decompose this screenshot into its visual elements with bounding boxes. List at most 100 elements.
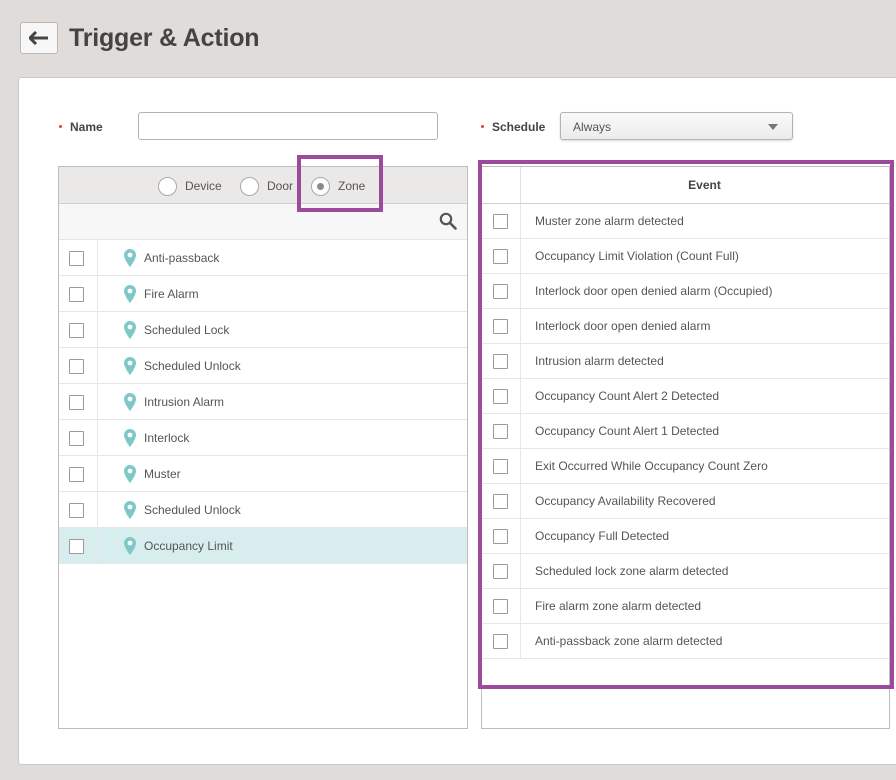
chevron-down-icon	[768, 124, 778, 130]
event-checkbox[interactable]	[493, 249, 508, 264]
event-label: Intrusion alarm detected	[535, 354, 664, 368]
radio-circle[interactable]	[158, 176, 177, 196]
zone-label: Muster	[144, 467, 181, 481]
event-label: Occupancy Full Detected	[535, 529, 670, 543]
event-checkbox[interactable]	[493, 529, 508, 544]
event-row[interactable]: Muster zone alarm detected	[482, 204, 889, 239]
zone-row[interactable]: Scheduled Unlock	[59, 492, 467, 528]
event-row[interactable]: Occupancy Full Detected	[482, 519, 889, 554]
event-row[interactable]: Occupancy Availability Recovered	[482, 484, 889, 519]
location-pin-icon	[124, 357, 136, 375]
radio-circle[interactable]	[311, 176, 330, 196]
zone-checkbox[interactable]	[69, 467, 84, 482]
event-row[interactable]: Scheduled lock zone alarm detected	[482, 554, 889, 589]
event-checkbox[interactable]	[493, 354, 508, 369]
event-label: Interlock door open denied alarm (Occupi…	[535, 284, 773, 298]
schedule-value: Always	[573, 120, 612, 134]
zone-checkbox[interactable]	[69, 251, 84, 266]
event-checkbox[interactable]	[493, 599, 508, 614]
arrow-left-icon	[29, 31, 48, 45]
radio-label: Device	[185, 179, 222, 193]
event-list: Muster zone alarm detected Occupancy Limi…	[482, 204, 889, 659]
event-row[interactable]: Occupancy Count Alert 1 Detected	[482, 414, 889, 449]
event-label: Occupancy Availability Recovered	[535, 494, 716, 508]
radio-circle[interactable]	[240, 176, 259, 196]
event-checkbox[interactable]	[493, 284, 508, 299]
zone-panel: Device Door Zone Anti-passback Fire Alarm…	[58, 166, 468, 729]
event-row[interactable]: Occupancy Count Alert 2 Detected	[482, 379, 889, 414]
event-panel: Event Muster zone alarm detected Occupanc…	[481, 166, 890, 729]
zone-checkbox[interactable]	[69, 539, 84, 554]
name-label: Name	[70, 120, 103, 134]
event-label: Scheduled lock zone alarm detected	[535, 564, 729, 578]
zone-checkbox[interactable]	[69, 395, 84, 410]
event-label: Occupancy Count Alert 1 Detected	[535, 424, 720, 438]
zone-row[interactable]: Occupancy Limit	[59, 528, 467, 564]
zone-checkbox[interactable]	[69, 503, 84, 518]
event-row[interactable]: Intrusion alarm detected	[482, 344, 889, 379]
radio-device[interactable]: Device	[158, 176, 222, 196]
location-pin-icon	[124, 429, 136, 447]
zone-label: Scheduled Unlock	[144, 503, 241, 517]
event-label: Anti-passback zone alarm detected	[535, 634, 723, 648]
event-row[interactable]: Interlock door open denied alarm	[482, 309, 889, 344]
event-row[interactable]: Occupancy Limit Violation (Count Full)	[482, 239, 889, 274]
event-row[interactable]: Exit Occurred While Occupancy Count Zero	[482, 449, 889, 484]
location-pin-icon	[124, 537, 136, 555]
zone-label: Scheduled Unlock	[144, 359, 241, 373]
event-row[interactable]: Fire alarm zone alarm detected	[482, 589, 889, 624]
filter-bar: Device Door Zone	[59, 167, 467, 204]
location-pin-icon	[124, 393, 136, 411]
radio-door[interactable]: Door	[240, 176, 293, 196]
zone-label: Intrusion Alarm	[144, 395, 225, 409]
required-marker	[59, 125, 62, 128]
zone-label: Occupancy Limit	[144, 539, 233, 553]
zone-checkbox[interactable]	[69, 323, 84, 338]
event-checkbox[interactable]	[493, 424, 508, 439]
zone-row[interactable]: Muster	[59, 456, 467, 492]
location-pin-icon	[124, 321, 136, 339]
event-row[interactable]: Interlock door open denied alarm (Occupi…	[482, 274, 889, 309]
schedule-label: Schedule	[492, 120, 546, 134]
event-label: Interlock door open denied alarm	[535, 319, 711, 333]
location-pin-icon	[124, 501, 136, 519]
event-checkbox[interactable]	[493, 389, 508, 404]
schedule-select[interactable]: Always	[560, 112, 793, 140]
zone-label: Fire Alarm	[144, 287, 199, 301]
zone-row[interactable]: Interlock	[59, 420, 467, 456]
name-input[interactable]	[138, 112, 438, 140]
radio-zone[interactable]: Zone	[311, 176, 365, 196]
event-checkbox[interactable]	[493, 564, 508, 579]
zone-label: Interlock	[144, 431, 190, 445]
location-pin-icon	[124, 249, 136, 267]
required-marker	[481, 125, 484, 128]
event-table-header: Event	[482, 167, 889, 204]
back-button[interactable]	[20, 22, 58, 54]
zone-list: Anti-passback Fire Alarm Scheduled Lock Sch…	[59, 240, 467, 564]
zone-row[interactable]: Fire Alarm	[59, 276, 467, 312]
event-row[interactable]: Anti-passback zone alarm detected	[482, 624, 889, 659]
event-label: Muster zone alarm detected	[535, 214, 684, 228]
search-icon[interactable]	[439, 212, 457, 230]
zone-row[interactable]: Scheduled Lock	[59, 312, 467, 348]
page-title: Trigger & Action	[69, 24, 260, 52]
location-pin-icon	[124, 465, 136, 483]
event-checkbox[interactable]	[493, 634, 508, 649]
event-column-header: Event	[688, 178, 721, 192]
zone-row[interactable]: Intrusion Alarm	[59, 384, 467, 420]
event-checkbox[interactable]	[493, 459, 508, 474]
zone-checkbox[interactable]	[69, 431, 84, 446]
zone-label: Scheduled Lock	[144, 323, 230, 337]
event-checkbox[interactable]	[493, 319, 508, 334]
zone-checkbox[interactable]	[69, 359, 84, 374]
zone-checkbox[interactable]	[69, 287, 84, 302]
event-label: Fire alarm zone alarm detected	[535, 599, 702, 613]
event-label: Occupancy Limit Violation (Count Full)	[535, 249, 739, 263]
event-checkbox[interactable]	[493, 214, 508, 229]
radio-label: Zone	[338, 179, 366, 193]
zone-row[interactable]: Anti-passback	[59, 240, 467, 276]
zone-label: Anti-passback	[144, 251, 220, 265]
event-label: Exit Occurred While Occupancy Count Zero	[535, 459, 768, 473]
event-checkbox[interactable]	[493, 494, 508, 509]
zone-row[interactable]: Scheduled Unlock	[59, 348, 467, 384]
